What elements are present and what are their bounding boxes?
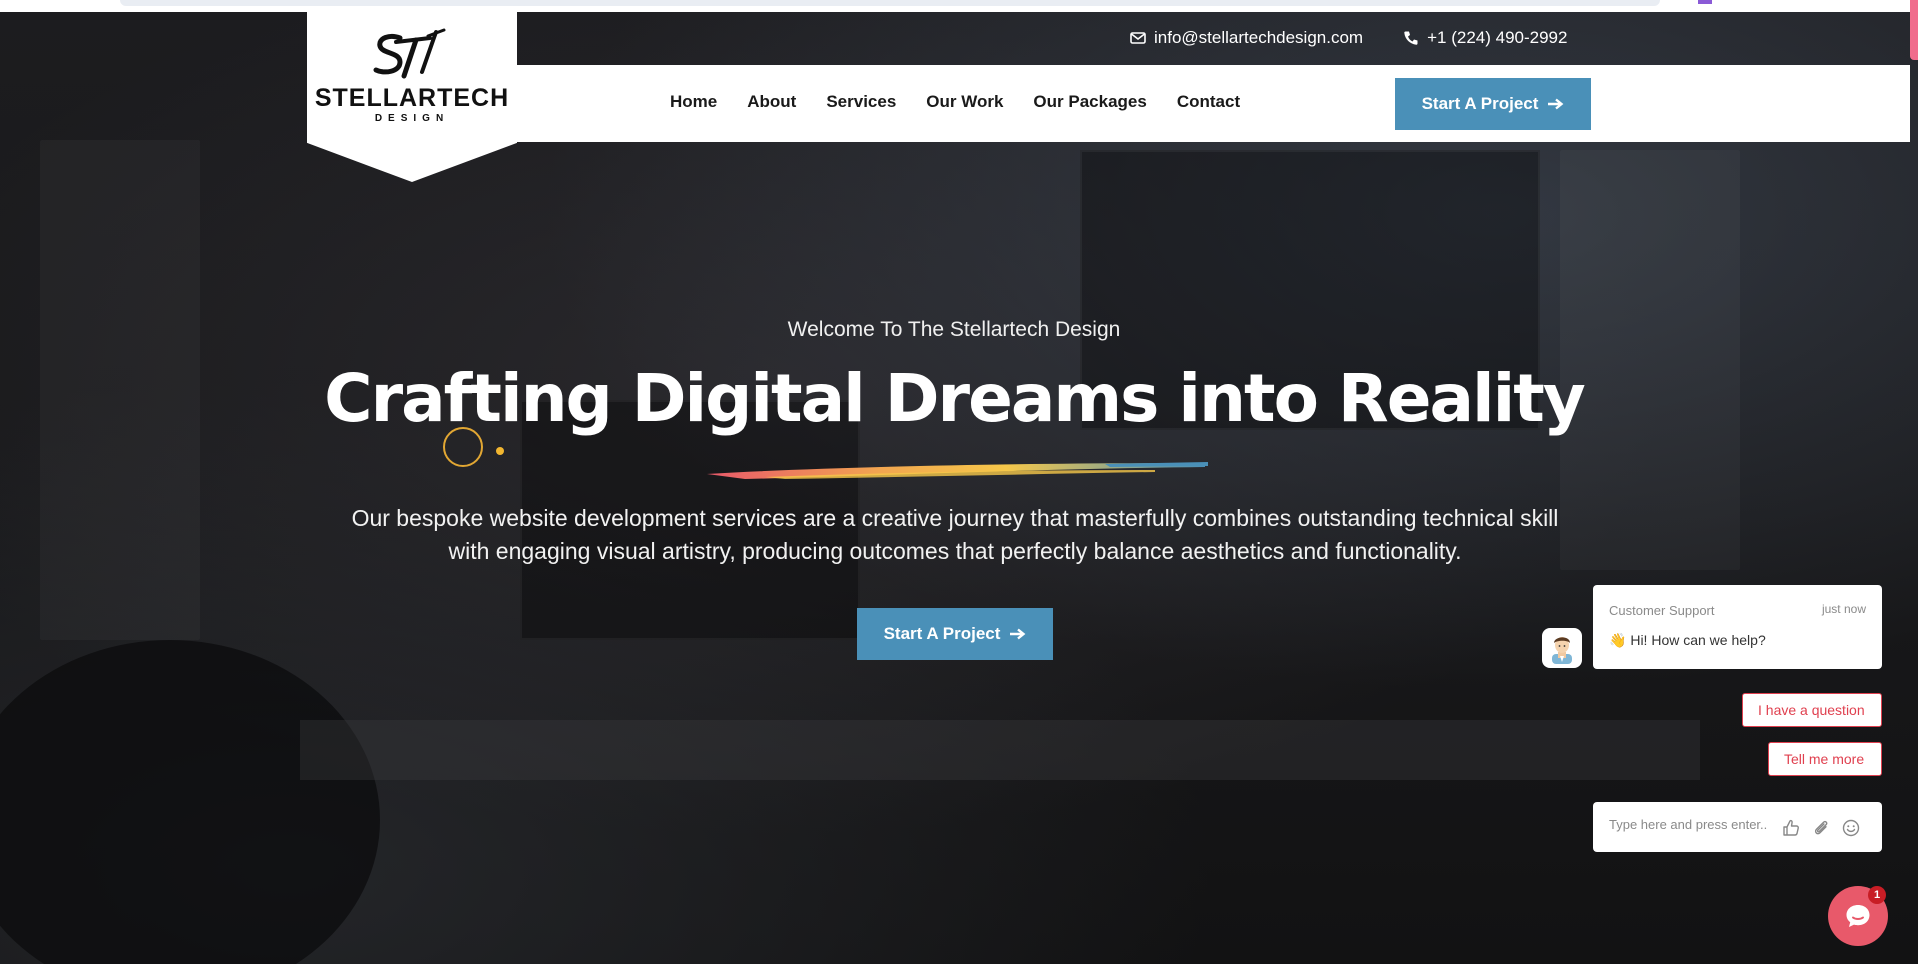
scrollbar[interactable]	[1910, 0, 1918, 60]
emoji-smile-icon[interactable]	[1841, 818, 1861, 838]
phone-icon	[1404, 31, 1418, 45]
hero-start-project-button[interactable]: Start A Project	[857, 608, 1053, 660]
logo-wordmark: STELLARTECH	[314, 84, 510, 112]
agent-avatar-icon	[1552, 637, 1572, 664]
thumbs-up-icon[interactable]	[1781, 818, 1801, 838]
hero-eyebrow: Welcome To The Stellartech Design	[787, 318, 1121, 341]
background-chair	[0, 640, 380, 964]
quick-reply-tell-more[interactable]: Tell me more	[1768, 742, 1882, 776]
browser-top-strip	[0, 0, 1918, 12]
nav-item-about[interactable]: About	[747, 92, 796, 112]
phone-text: +1 (224) 490-2992	[1427, 28, 1568, 47]
hero-description-line1: Our bespoke website development services…	[351, 505, 1559, 531]
nav-item-our-packages[interactable]: Our Packages	[1033, 92, 1146, 112]
arrow-right-icon	[1010, 628, 1026, 640]
header-start-project-label: Start A Project	[1421, 94, 1539, 113]
envelope-icon	[1130, 32, 1146, 44]
decorative-dot	[496, 447, 504, 455]
wave-emoji-icon: 👋	[1609, 632, 1627, 648]
main-navigation: Home About Services Our Work Our Package…	[670, 92, 1240, 112]
background-desk	[300, 720, 1700, 780]
nav-item-our-work[interactable]: Our Work	[926, 92, 1003, 112]
chat-input[interactable]	[1609, 817, 1779, 832]
arrow-right-icon	[1548, 98, 1564, 110]
header-start-project-button[interactable]: Start A Project	[1395, 78, 1591, 130]
chat-input-container	[1593, 802, 1882, 852]
email-text: info@stellartechdesign.com	[1154, 28, 1364, 47]
hero-description-line2: with engaging visual artistry, producing…	[448, 538, 1462, 564]
email-link[interactable]: info@stellartechdesign.com	[1130, 28, 1363, 48]
chat-bubble-icon	[1846, 905, 1870, 927]
nav-item-services[interactable]: Services	[826, 92, 896, 112]
nav-item-contact[interactable]: Contact	[1177, 92, 1240, 112]
unread-badge: 1	[1868, 886, 1886, 904]
chat-message-text: Hi! How can we help?	[1630, 632, 1766, 648]
quick-reply-question[interactable]: I have a question	[1742, 693, 1882, 727]
chat-message: 👋 Hi! How can we help?	[1609, 632, 1766, 649]
logo-subtitle: DESIGN	[374, 113, 450, 124]
nav-item-home[interactable]: Home	[670, 92, 717, 112]
hero-title: Crafting Digital Dreams into Reality	[324, 360, 1586, 437]
paperclip-icon[interactable]	[1811, 818, 1831, 838]
contact-bar: info@stellartechdesign.com +1 (224) 490-…	[1130, 26, 1567, 50]
brush-underline-decoration	[707, 462, 1208, 479]
chat-sender: Customer Support	[1609, 603, 1715, 618]
chat-timestamp: just now	[1821, 602, 1866, 616]
support-agent-avatar	[1542, 628, 1582, 668]
logo-mark-icon	[373, 28, 446, 79]
phone-link[interactable]: +1 (224) 490-2992	[1403, 28, 1567, 48]
hero-description: Our bespoke website development services…	[300, 502, 1610, 568]
decorative-ring	[443, 427, 483, 467]
chat-message-card: Customer Support just now 👋 Hi! How can …	[1593, 585, 1882, 669]
hero-start-project-label: Start A Project	[883, 624, 1001, 643]
